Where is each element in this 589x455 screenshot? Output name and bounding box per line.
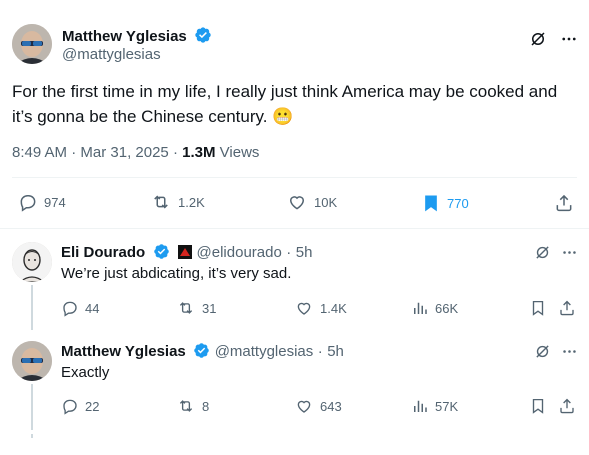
reply-avatar[interactable] [12,341,52,381]
more-icon[interactable] [557,341,581,361]
verified-icon [153,243,170,265]
tweet-text: For the first time in my life, I really … [12,79,582,129]
views-icon [414,400,427,412]
reply-time[interactable]: 5h [327,343,344,360]
reply-icon [63,301,77,317]
repost-icon [179,400,193,412]
verified-icon [193,342,210,364]
reply-button[interactable]: 974 [18,192,66,212]
tweet-time[interactable]: 8:49 AM [12,144,67,161]
repost-icon [154,195,168,209]
reply-avatar[interactable] [12,242,52,282]
more-icon[interactable] [557,28,581,50]
thread-line [31,384,33,430]
views-button[interactable]: 66K [411,299,458,317]
tweet-meta: 8:49 AM · Mar 31, 2025 · 1.3M Views [12,144,260,161]
repost-button[interactable]: 8 [176,397,209,415]
author-avatar[interactable] [12,24,52,64]
divider [12,177,577,178]
views-label: Views [219,144,260,161]
reply-header: Eli Dourado @elidourado · 5h [61,243,312,265]
reply-icon [63,399,77,415]
repost-button[interactable]: 1.2K [150,192,205,212]
reply-text: We’re just abdicating, it’s very sad. [61,265,292,282]
views-button[interactable]: 57K [411,397,458,415]
repost-icon [179,302,193,314]
reply-author-name[interactable]: Eli Dourado [61,244,145,261]
bookmark-icon [425,195,437,212]
reply-author-handle[interactable]: @elidourado [197,244,282,261]
author-handle[interactable]: @mattyglesias [62,46,161,63]
reply-time[interactable]: 5h [296,244,313,261]
verified-icon [194,26,212,48]
like-button[interactable]: 643 [294,397,342,415]
bookmark-icon [532,300,544,316]
tweet-date[interactable]: Mar 31, 2025 [80,144,168,161]
reply-button[interactable]: 44 [61,299,99,317]
grimacing-emoji: 😬 [272,107,294,126]
like-icon [289,196,305,210]
reply-text: Exactly [61,364,110,381]
share-button[interactable] [553,192,575,214]
like-button[interactable]: 1.4K [294,299,347,317]
share-button[interactable] [557,298,577,318]
author-name[interactable]: Matthew Yglesias [62,26,212,48]
affiliation-badge-icon[interactable] [178,245,193,264]
grok-icon[interactable] [531,341,553,361]
grok-icon[interactable] [531,242,553,262]
like-icon [297,400,311,413]
views-count: 1.3M [182,144,216,161]
share-icon [556,194,572,212]
reply-icon [20,195,36,212]
bookmark-button[interactable] [528,298,548,318]
reply-button[interactable]: 22 [61,397,99,415]
thread-line [31,285,33,330]
bookmark-button[interactable]: 770 [421,192,469,214]
bookmark-button[interactable] [528,396,548,416]
reply-header: Matthew Yglesias @mattyglesias · 5h [61,342,344,364]
repost-button[interactable]: 31 [176,299,216,317]
share-icon [560,300,574,316]
like-icon [297,302,311,315]
share-icon [560,398,574,414]
more-icon[interactable] [557,242,581,262]
like-button[interactable]: 10K [286,192,337,212]
reply-author-name[interactable]: Matthew Yglesias [61,343,186,360]
grok-icon[interactable] [527,28,549,50]
divider [0,228,589,229]
views-icon [414,302,427,314]
thread-line [31,434,33,438]
bookmark-icon [532,398,544,414]
share-button[interactable] [557,396,577,416]
reply-author-handle[interactable]: @mattyglesias [215,343,314,360]
